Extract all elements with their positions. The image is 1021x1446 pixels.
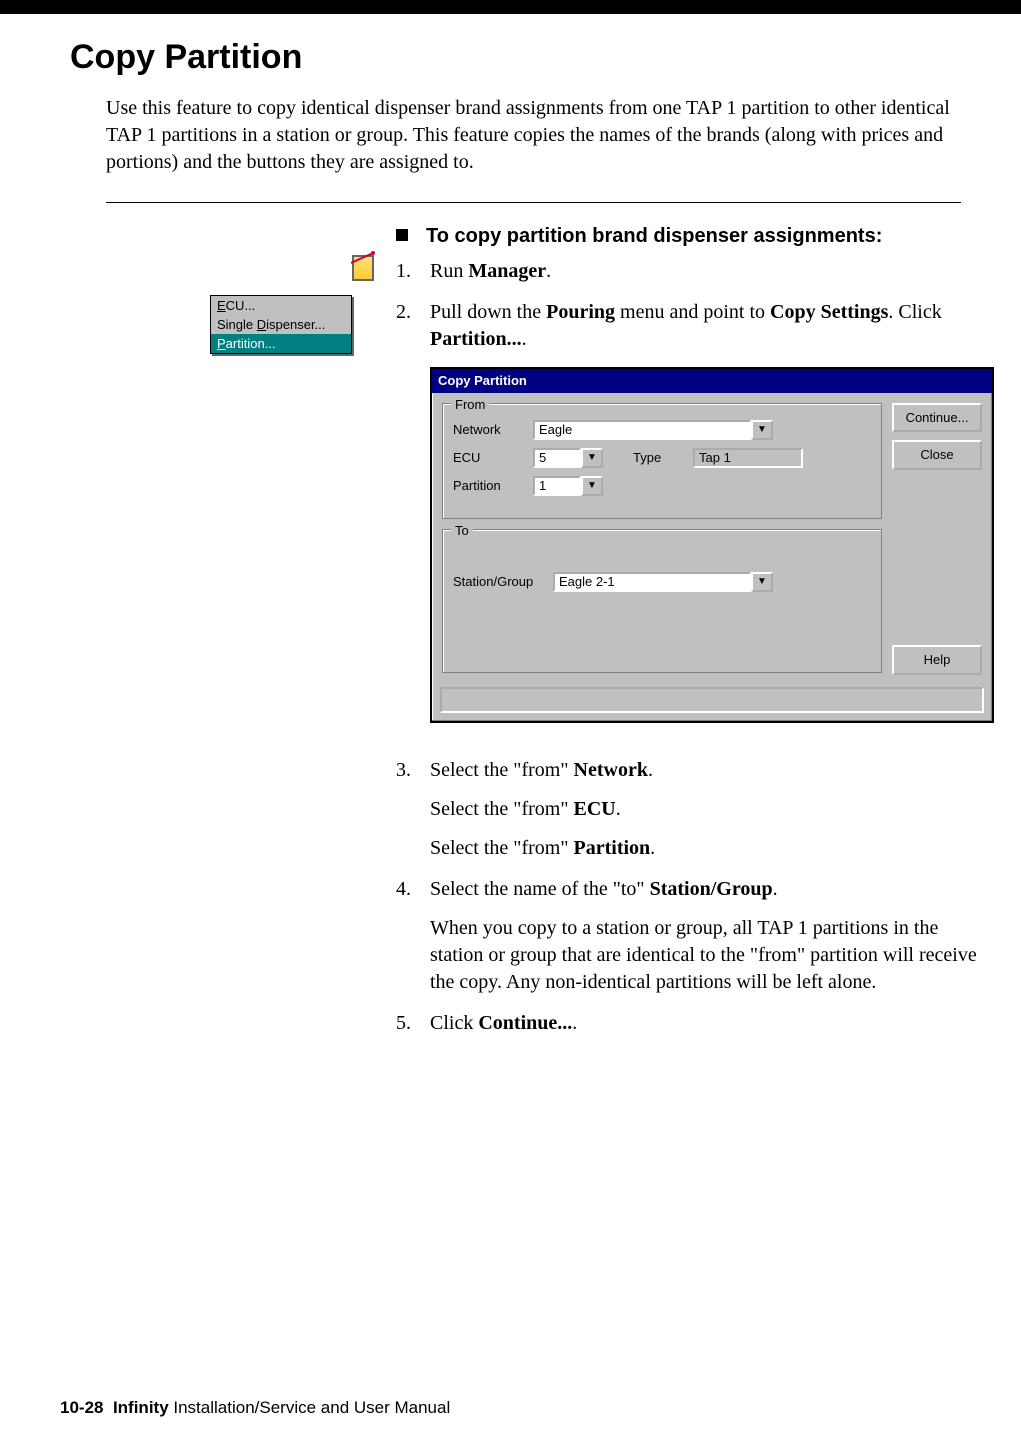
step-4: 4. Select the name of the "to" Station/G… bbox=[396, 876, 994, 996]
ecu-combo[interactable]: 5 ▼ bbox=[533, 448, 603, 468]
page-footer: 10-28 Infinity Installation/Service and … bbox=[60, 1398, 450, 1418]
to-groupbox: To Station/Group Eagle 2-1 ▼ bbox=[442, 529, 882, 673]
chevron-down-icon[interactable]: ▼ bbox=[581, 448, 603, 468]
dialog-titlebar: Copy Partition bbox=[432, 369, 992, 393]
horizontal-rule bbox=[106, 202, 961, 203]
step-5: 5. Click Continue.... bbox=[396, 1010, 994, 1037]
label-network: Network bbox=[453, 421, 533, 439]
step-2: 2. Pull down the Pouring menu and point … bbox=[396, 299, 994, 743]
label-type: Type bbox=[633, 449, 693, 467]
continue-button[interactable]: Continue... bbox=[892, 403, 982, 433]
from-groupbox: From Network Eagle ▼ bbox=[442, 403, 882, 519]
label-partition: Partition bbox=[453, 477, 533, 495]
type-field: Tap 1 bbox=[693, 448, 803, 468]
step-1: 1. Run Manager. bbox=[396, 258, 994, 285]
menu-item-single-dispenser[interactable]: Single Dispenser... bbox=[211, 315, 351, 334]
network-combo[interactable]: Eagle ▼ bbox=[533, 420, 773, 440]
partition-combo[interactable]: 1 ▼ bbox=[533, 476, 603, 496]
dialog-statusbar bbox=[440, 687, 984, 713]
submenu-graphic: ECU... Single Dispenser... Partition... bbox=[210, 295, 352, 354]
square-bullet-icon bbox=[396, 229, 408, 241]
chevron-down-icon[interactable]: ▼ bbox=[751, 572, 773, 592]
close-button[interactable]: Close bbox=[892, 440, 982, 470]
chevron-down-icon[interactable]: ▼ bbox=[581, 476, 603, 496]
copy-partition-dialog: Copy Partition From Network Eagle bbox=[430, 367, 994, 723]
task-heading: To copy partition brand dispenser assign… bbox=[396, 225, 994, 248]
note-icon bbox=[352, 255, 374, 281]
intro-paragraph: Use this feature to copy identical dispe… bbox=[106, 95, 961, 176]
menu-item-partition[interactable]: Partition... bbox=[211, 334, 351, 353]
top-black-bar bbox=[0, 0, 1021, 14]
page-title: Copy Partition bbox=[70, 38, 961, 77]
label-station-group: Station/Group bbox=[453, 573, 553, 591]
label-ecu: ECU bbox=[453, 449, 533, 467]
help-button[interactable]: Help bbox=[892, 645, 982, 675]
menu-item-ecu[interactable]: ECU... bbox=[211, 296, 351, 315]
chevron-down-icon[interactable]: ▼ bbox=[751, 420, 773, 440]
station-group-combo[interactable]: Eagle 2-1 ▼ bbox=[553, 572, 773, 592]
step-3: 3. Select the "from" Network. Select the… bbox=[396, 757, 994, 862]
